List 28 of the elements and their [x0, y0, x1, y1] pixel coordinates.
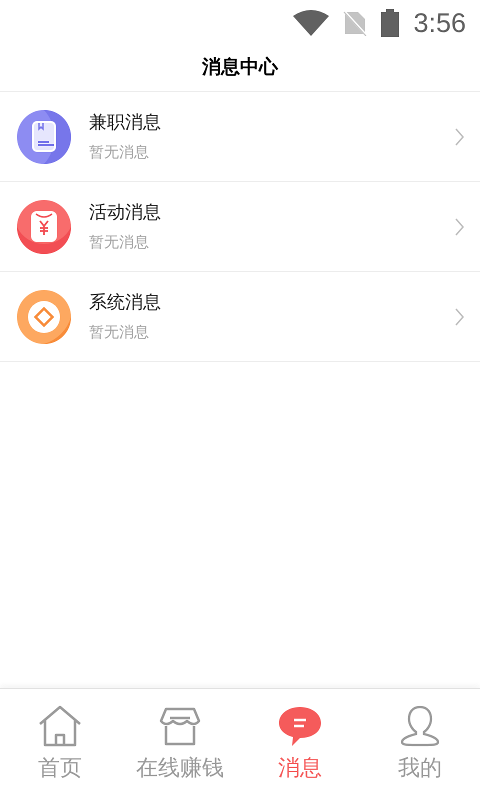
tab-bar-item[interactable]: 消息: [240, 705, 360, 789]
user-icon: [400, 705, 440, 747]
money-envelope-icon: [17, 200, 71, 254]
category-title: 活动消息: [89, 200, 162, 224]
book-icon: [17, 110, 71, 164]
chevron-right-icon: [455, 308, 464, 326]
store-icon: [158, 707, 202, 747]
status-time: 3:56: [413, 6, 466, 40]
message-category-row[interactable]: 活动消息 暂无消息: [0, 182, 480, 272]
no-sim-icon: [343, 10, 368, 36]
page-title: 消息中心: [202, 56, 278, 80]
home-icon: [37, 705, 83, 747]
tab-bar-item[interactable]: 我的: [360, 705, 480, 789]
category-title: 兼职消息: [89, 110, 162, 134]
chevron-right-icon: [455, 128, 464, 146]
wifi-icon: [293, 10, 330, 36]
message-category-row[interactable]: 兼职消息 暂无消息: [0, 92, 480, 182]
chat-bubble-icon: [278, 705, 322, 747]
tab-bar-item[interactable]: 在线赚钱: [120, 705, 240, 789]
message-preview: 暂无消息: [89, 232, 150, 253]
chevron-right-icon: [455, 218, 464, 236]
coin-icon: [17, 290, 71, 344]
category-title: 系统消息: [89, 290, 162, 314]
message-preview: 暂无消息: [89, 322, 150, 343]
message-preview: 暂无消息: [89, 142, 150, 163]
battery-icon: [381, 9, 400, 37]
tab-bar-item[interactable]: 首页: [0, 705, 120, 789]
message-category-row[interactable]: 系统消息 暂无消息: [0, 272, 480, 362]
